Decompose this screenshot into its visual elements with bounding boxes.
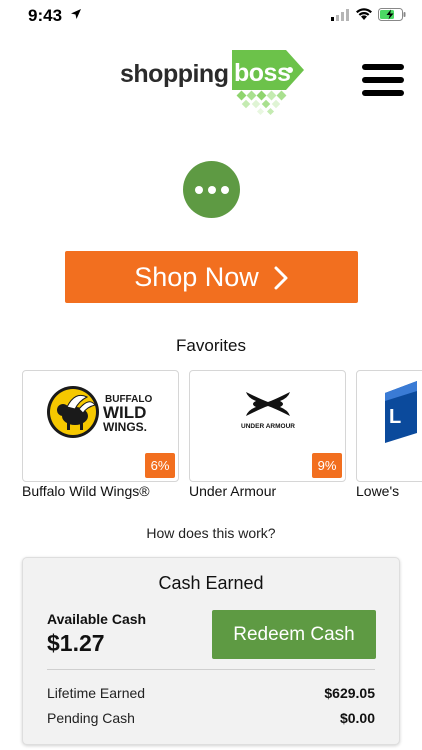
favorite-card-name: Lowe's	[356, 483, 400, 499]
available-cash-label: Available Cash	[47, 611, 147, 627]
more-options-button[interactable]	[183, 161, 240, 218]
shop-now-label: Shop Now	[134, 261, 259, 292]
ua-logo-text: UNDER ARMOUR	[241, 423, 295, 430]
favorite-card-name: Under Armour	[189, 483, 277, 499]
pending-cash-value: $0.00	[339, 710, 375, 726]
bww-logo-text-3: WINGS.	[103, 420, 147, 434]
ellipsis-icon	[194, 185, 203, 194]
lifetime-earned-value: $629.05	[324, 685, 375, 701]
battery-charging-icon	[378, 8, 406, 21]
chevron-right-icon	[274, 266, 288, 290]
logo-wordmark-boss: boss	[234, 59, 291, 87]
cashback-badge: 9%	[312, 453, 342, 478]
lifetime-earned-label: Lifetime Earned	[47, 685, 146, 701]
hamburger-menu-icon[interactable]	[362, 64, 404, 100]
location-arrow-icon	[71, 9, 81, 19]
status-time: 9:43	[28, 6, 63, 25]
cash-earned-panel: Cash Earned Available Cash $1.27 Redeem …	[22, 557, 400, 745]
status-bar: 9:43	[0, 0, 422, 32]
cell-signal-icon	[331, 9, 349, 21]
favorites-carousel[interactable]: BUFFALO WILD WINGS. 6% Buffalo Wild Wing…	[22, 370, 422, 500]
redeem-cash-button[interactable]: Redeem Cash	[212, 610, 376, 659]
how-does-this-work-link[interactable]: How does this work?	[0, 525, 422, 541]
divider	[47, 669, 375, 670]
available-cash-value: $1.27	[47, 630, 105, 656]
lowes-logo: L	[385, 381, 417, 443]
pending-cash-label: Pending Cash	[47, 710, 135, 726]
logo-wordmark-shopping: shopping	[120, 60, 229, 88]
wifi-icon	[356, 8, 372, 20]
cashback-badge: 6%	[145, 453, 175, 478]
favorite-card-buffalo-wild-wings[interactable]: BUFFALO WILD WINGS. 6%	[22, 370, 179, 482]
shoppingboss-logo[interactable]: shopping boss	[120, 46, 310, 118]
cash-earned-title: Cash Earned	[158, 573, 264, 593]
favorite-card-name: Buffalo Wild Wings®	[22, 483, 150, 499]
shop-now-button[interactable]: Shop Now	[65, 251, 358, 303]
favorite-card-under-armour[interactable]: UNDER ARMOUR 9%	[189, 370, 346, 482]
favorites-heading: Favorites	[176, 336, 246, 355]
favorite-card-lowes[interactable]: L	[356, 370, 422, 482]
svg-text:L: L	[389, 406, 401, 428]
